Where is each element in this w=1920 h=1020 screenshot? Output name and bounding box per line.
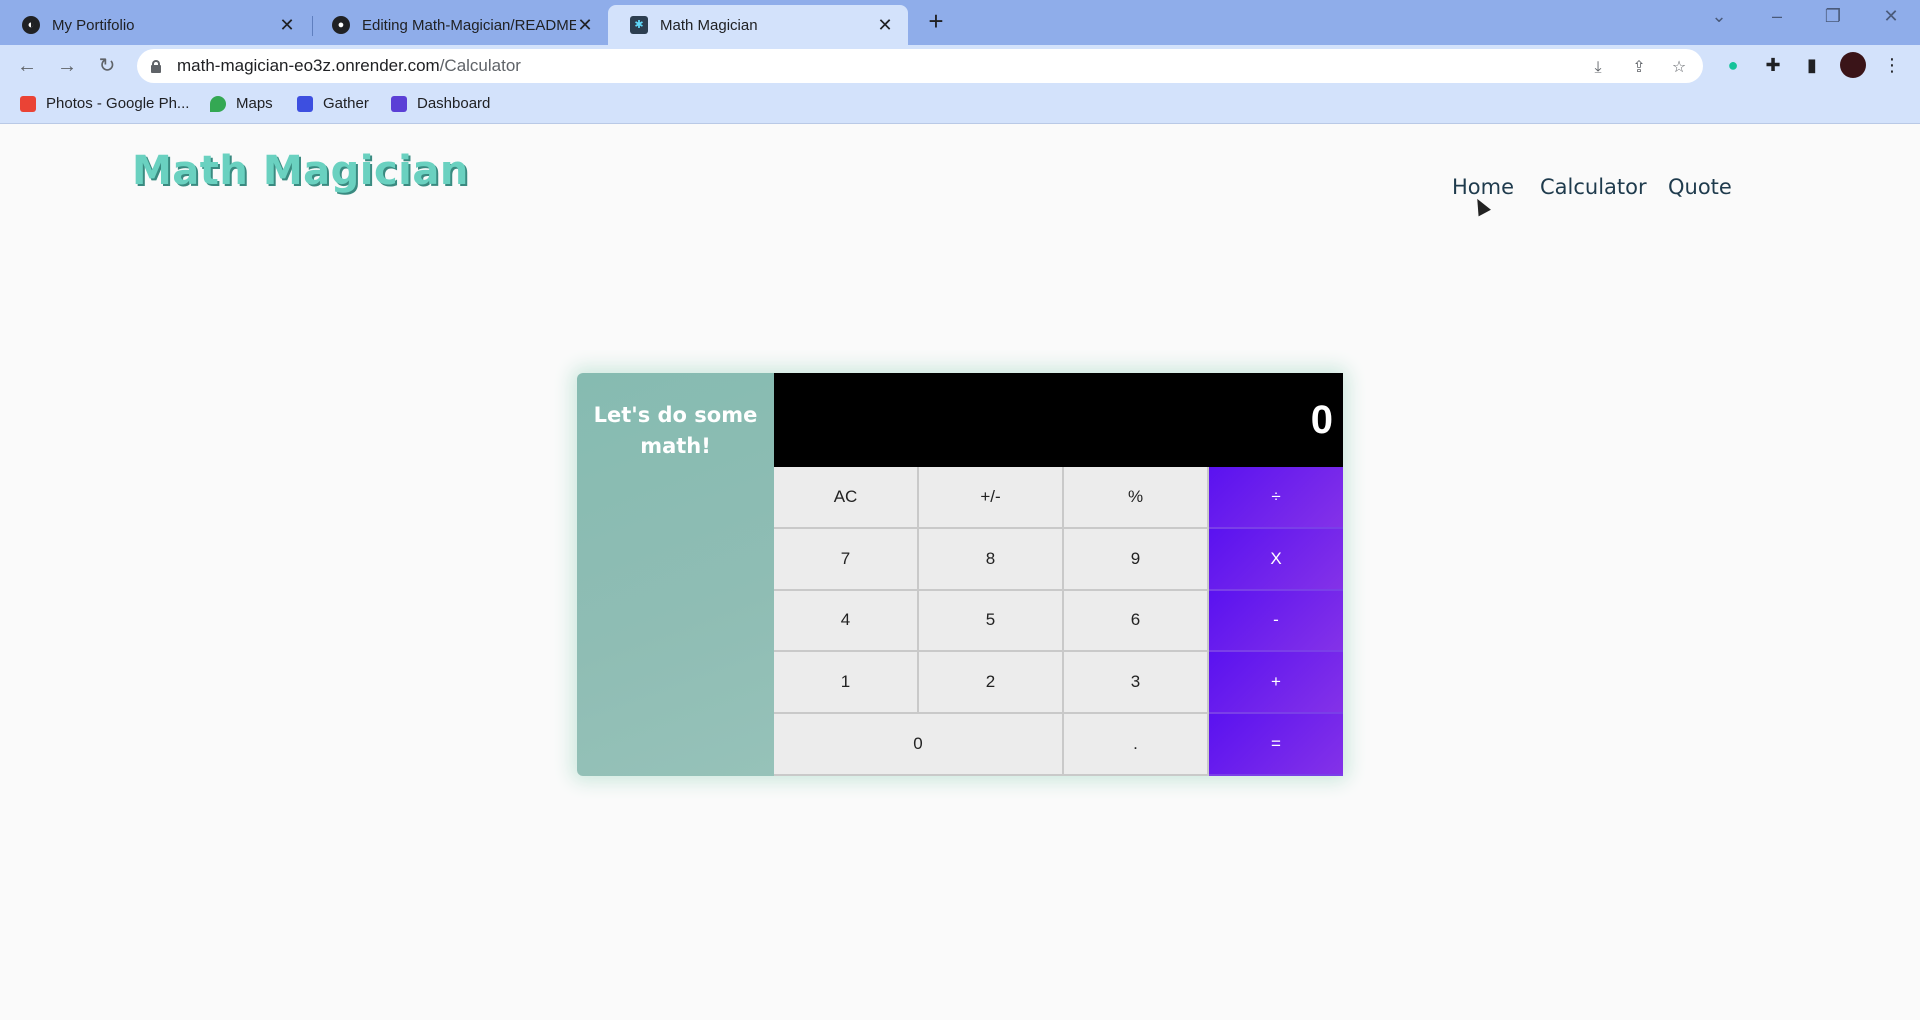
url-text: math-magician-eo3z.onrender.com/Calculat… — [177, 56, 521, 75]
maps-icon — [210, 95, 226, 112]
minus-button[interactable]: - — [1209, 590, 1343, 653]
reload-button[interactable]: ↻ — [94, 53, 120, 79]
tab-search-icon[interactable]: ⌄ — [1704, 6, 1734, 27]
four-button[interactable]: 4 — [774, 590, 919, 653]
bookmark-maps[interactable]: Maps — [210, 95, 273, 112]
restore-button[interactable]: ❐ — [1818, 6, 1848, 27]
back-button[interactable]: ← — [14, 53, 40, 79]
eight-button[interactable]: 8 — [919, 528, 1064, 591]
three-button[interactable]: 3 — [1064, 652, 1209, 715]
nav-calculator[interactable]: Calculator — [1540, 175, 1647, 199]
side-panel-icon[interactable]: ▮ — [1800, 53, 1824, 77]
tab-editing-readme[interactable]: ● Editing Math-Magician/README ✕ — [310, 5, 608, 45]
tab-math-magician[interactable]: ✱ Math Magician ✕ — [608, 5, 908, 45]
browser-toolbar: ← → ↻ math-magician-eo3z.onrender.com/Ca… — [0, 45, 1920, 87]
six-button[interactable]: 6 — [1064, 590, 1209, 653]
nav-quote[interactable]: Quote — [1668, 175, 1732, 199]
sign-button[interactable]: +/- — [919, 467, 1064, 529]
equals-button[interactable]: = — [1209, 714, 1343, 776]
avatar[interactable] — [1840, 52, 1866, 78]
minimize-button[interactable]: – — [1762, 6, 1792, 27]
new-tab-button[interactable]: + — [922, 8, 950, 36]
one-button[interactable]: 1 — [774, 652, 919, 715]
bookmark-dashboard[interactable]: Dashboard — [391, 95, 490, 112]
grammarly-icon[interactable]: ● — [1721, 53, 1745, 77]
zero-button[interactable]: 0 — [774, 714, 1064, 776]
globe-icon: ◐ — [22, 16, 40, 34]
tab-strip: ◐ My Portifolio ✕ ● Editing Math-Magicia… — [0, 0, 1920, 45]
tab-title: My Portifolio — [52, 16, 135, 34]
nine-button[interactable]: 9 — [1064, 528, 1209, 591]
install-icon[interactable]: ⤓ — [1587, 57, 1609, 79]
ac-button[interactable]: AC — [774, 467, 919, 529]
share-icon[interactable]: ⇪ — [1628, 57, 1650, 79]
five-button[interactable]: 5 — [919, 590, 1064, 653]
two-button[interactable]: 2 — [919, 652, 1064, 715]
tab-title: Editing Math-Magician/README — [362, 16, 576, 34]
address-bar[interactable]: math-magician-eo3z.onrender.com/Calculat… — [137, 49, 1703, 83]
plus-button[interactable]: + — [1209, 652, 1343, 715]
extensions-icon[interactable]: ✚ — [1761, 53, 1785, 77]
react-icon: ✱ — [630, 16, 648, 34]
close-icon[interactable]: ✕ — [576, 15, 594, 36]
forward-button[interactable]: → — [54, 53, 80, 79]
photos-icon — [20, 95, 36, 112]
close-icon[interactable]: ✕ — [876, 15, 894, 36]
bookmark-gather[interactable]: Gather — [297, 95, 369, 112]
site-logo[interactable]: Math Magician — [132, 148, 469, 194]
lock-icon[interactable] — [151, 60, 161, 73]
percent-button[interactable]: % — [1064, 467, 1209, 529]
dashboard-icon — [391, 95, 407, 112]
tab-title: Math Magician — [660, 16, 758, 34]
calculator: Let's do some math! 0 AC +/- % ÷ 7 8 9 X… — [577, 373, 1343, 776]
multiply-button[interactable]: X — [1209, 528, 1343, 591]
keypad: AC +/- % ÷ 7 8 9 X 4 5 6 - 1 2 3 + 0 . = — [774, 467, 1343, 776]
menu-icon[interactable]: ⋮ — [1880, 53, 1904, 77]
gather-icon — [297, 95, 313, 112]
close-icon[interactable]: ✕ — [278, 15, 296, 36]
dot-button[interactable]: . — [1064, 714, 1209, 776]
seven-button[interactable]: 7 — [774, 528, 919, 591]
divide-button[interactable]: ÷ — [1209, 467, 1343, 529]
github-icon: ● — [332, 16, 350, 34]
bookmark-photos[interactable]: Photos - Google Ph... — [20, 95, 189, 112]
bookmarks-bar: Photos - Google Ph... Maps Gather Dashbo… — [0, 87, 1920, 124]
calculator-display: 0 — [774, 373, 1343, 467]
close-window-button[interactable]: ✕ — [1876, 6, 1906, 27]
calculator-intro: Let's do some math! — [577, 373, 774, 776]
tab-my-portfolio[interactable]: ◐ My Portifolio ✕ — [0, 5, 310, 45]
bookmark-star-icon[interactable]: ☆ — [1668, 57, 1690, 79]
